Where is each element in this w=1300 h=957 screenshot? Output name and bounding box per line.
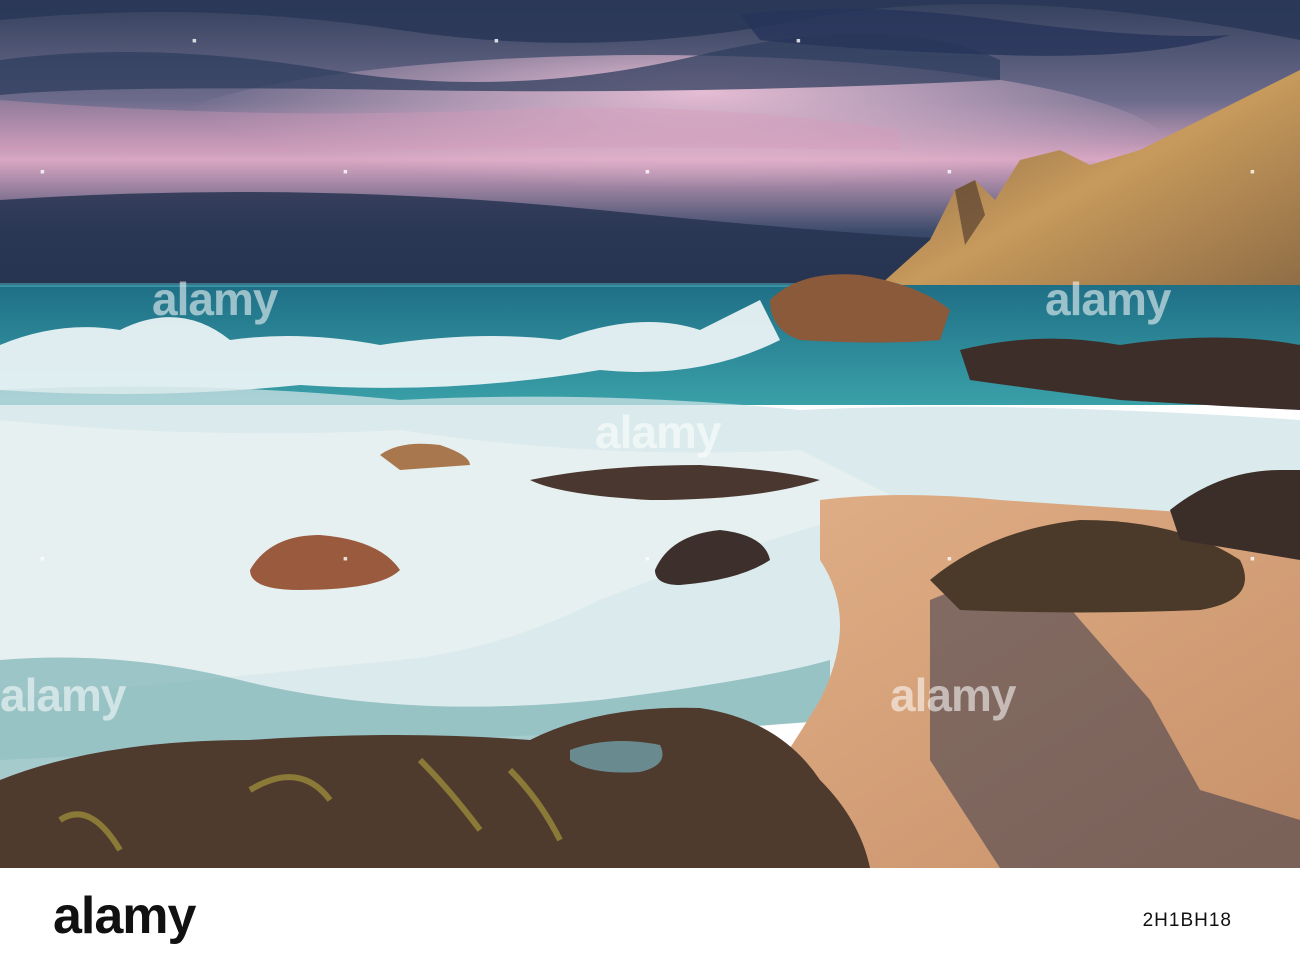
watermark: alamy xyxy=(1045,273,1171,325)
watermark: alamy xyxy=(0,669,126,721)
watermark: alamy xyxy=(152,273,278,325)
footer-strip: alamy 2H1BH18 xyxy=(0,868,1300,957)
watermark: alamy xyxy=(890,669,1016,721)
watermark: alamy xyxy=(595,406,721,458)
watermark-dot: ▪ xyxy=(947,163,952,179)
watermark-dot: ▪ xyxy=(645,550,650,566)
watermark-dot: ▪ xyxy=(645,163,650,179)
brand-logo[interactable]: alamy xyxy=(53,886,196,946)
watermark-dot: ▪ xyxy=(192,32,197,48)
watermark-dot: ▪ xyxy=(1250,163,1255,179)
watermark-dot: ▪ xyxy=(343,550,348,566)
watermark-dot: ▪ xyxy=(40,550,45,566)
watermark-dot: ▪ xyxy=(40,163,45,179)
watermark-dot: ▪ xyxy=(796,32,801,48)
watermark-dot: ▪ xyxy=(947,550,952,566)
watermark-dot: ▪ xyxy=(494,32,499,48)
watermark-dot: ▪ xyxy=(343,163,348,179)
stock-id: 2H1BH18 xyxy=(1142,910,1232,931)
horizon-line xyxy=(0,283,900,287)
beach-photo: alamy alamy alamy alamy alamy ▪ ▪ ▪ ▪ ▪ … xyxy=(0,0,1300,868)
watermark-dot: ▪ xyxy=(1250,550,1255,566)
